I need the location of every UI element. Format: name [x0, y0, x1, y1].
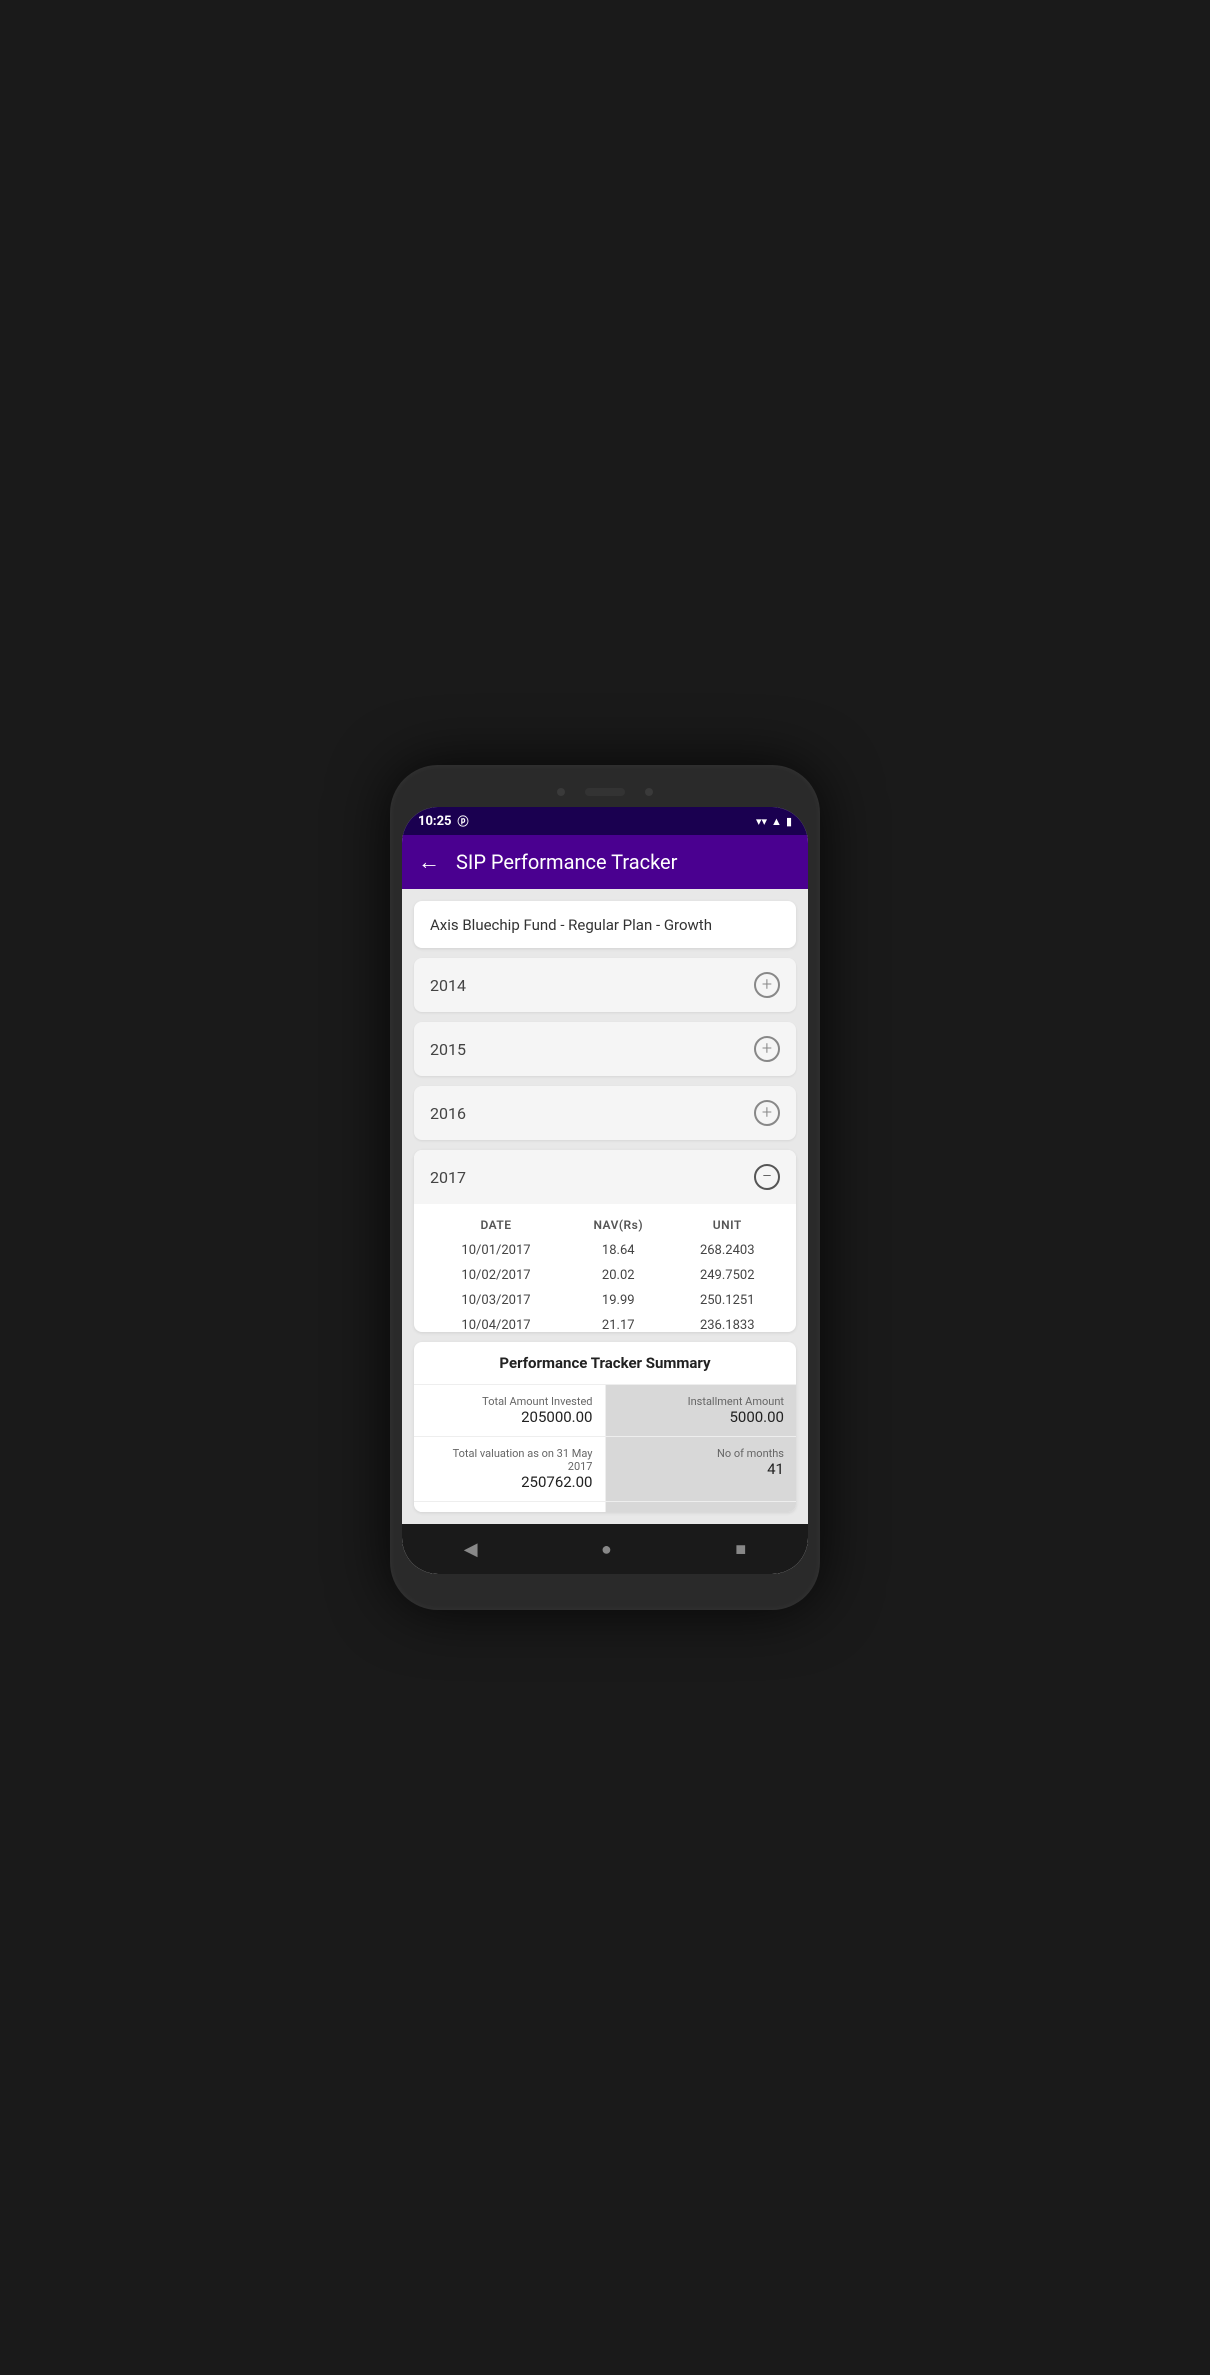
speaker-grill — [585, 788, 625, 796]
summary-card: Performance Tracker Summary Total Amount… — [414, 1342, 796, 1512]
valuation-label: Total valuation as on 31 May 2017 — [426, 1447, 593, 1473]
collapse-icon-2017[interactable]: − — [754, 1164, 780, 1190]
expand-icon-2016[interactable]: + — [754, 1100, 780, 1126]
fund-name: Axis Bluechip Fund - Regular Plan - Grow… — [430, 916, 712, 934]
camera-dot — [557, 788, 565, 796]
table-row: 10/03/2017 19.99 250.1251 — [426, 1288, 784, 1313]
cell-date-0: 10/01/2017 — [426, 1238, 566, 1263]
col-nav: NAV(Rs) — [566, 1212, 670, 1238]
nav-home-button[interactable]: ● — [601, 1539, 612, 1560]
page-title: SIP Performance Tracker — [456, 850, 677, 874]
cell-nav-3: 21.17 — [566, 1313, 670, 1332]
phone-screen: 10:25 ⓟ ▾▾ ▲ ▮ ← SIP Performance Tracker… — [402, 807, 808, 1574]
cell-nav-0: 18.64 — [566, 1238, 670, 1263]
camera-area — [402, 777, 808, 807]
cell-nav-1: 20.02 — [566, 1263, 670, 1288]
fund-name-card: Axis Bluechip Fund - Regular Plan - Grow… — [414, 901, 796, 948]
cell-date-2: 10/03/2017 — [426, 1288, 566, 1313]
expand-icon-2015[interactable]: + — [754, 1036, 780, 1062]
status-bar: 10:25 ⓟ ▾▾ ▲ ▮ — [402, 807, 808, 835]
return-cell: Return Absolute 22.32 — [606, 1502, 797, 1512]
summary-row-3: Weg. CAGR 12.00 Return Absolute 22.32 — [414, 1502, 796, 1512]
cagr-cell: Weg. CAGR 12.00 — [414, 1502, 606, 1512]
col-unit: UNIT — [670, 1212, 784, 1238]
installment-label: Installment Amount — [688, 1395, 784, 1408]
summary-row-1: Total Amount Invested 205000.00 Installm… — [414, 1385, 796, 1437]
year-label-2016: 2016 — [430, 1104, 466, 1123]
table-row: 10/02/2017 20.02 249.7502 — [426, 1263, 784, 1288]
installment-value: 5000.00 — [729, 1408, 784, 1426]
phone-shell: 10:25 ⓟ ▾▾ ▲ ▮ ← SIP Performance Tracker… — [390, 765, 820, 1610]
p-icon: ⓟ — [458, 813, 469, 829]
total-invested-label: Total Amount Invested — [482, 1395, 592, 1408]
year-row-2014[interactable]: 2014 + — [414, 958, 796, 1012]
months-cell: No of months 41 — [606, 1437, 797, 1501]
months-value: 41 — [767, 1460, 784, 1478]
cell-date-1: 10/02/2017 — [426, 1263, 566, 1288]
installment-cell: Installment Amount 5000.00 — [606, 1385, 797, 1436]
content-area: Axis Bluechip Fund - Regular Plan - Grow… — [402, 889, 808, 1524]
bottom-area — [402, 1574, 808, 1598]
valuation-cell: Total valuation as on 31 May 2017 250762… — [414, 1437, 606, 1501]
wifi-icon: ▾▾ — [756, 815, 767, 828]
time-display: 10:25 — [418, 814, 452, 829]
cell-nav-2: 19.99 — [566, 1288, 670, 1313]
cell-unit-3: 236.1833 — [670, 1313, 784, 1332]
year-label-2017: 2017 — [430, 1168, 466, 1187]
months-label: No of months — [717, 1447, 784, 1460]
nav-bar: ◀ ● ■ — [402, 1524, 808, 1574]
summary-title: Performance Tracker Summary — [414, 1342, 796, 1385]
total-invested-cell: Total Amount Invested 205000.00 — [414, 1385, 606, 1436]
cell-unit-1: 249.7502 — [670, 1263, 784, 1288]
year-expanded-2017: 2017 − DATE NAV(Rs) UNIT — [414, 1150, 796, 1332]
col-date: DATE — [426, 1212, 566, 1238]
cell-unit-0: 268.2403 — [670, 1238, 784, 1263]
table-area-2017: DATE NAV(Rs) UNIT 10/01/2017 18.64 268.2… — [414, 1204, 796, 1332]
year-row-2015[interactable]: 2015 + — [414, 1022, 796, 1076]
total-invested-value: 205000.00 — [521, 1408, 592, 1426]
app-top-bar: ← SIP Performance Tracker — [402, 835, 808, 889]
expand-icon-2014[interactable]: + — [754, 972, 780, 998]
status-icons: ▾▾ ▲ ▮ — [756, 815, 792, 828]
status-light — [645, 788, 653, 796]
back-button[interactable]: ← — [418, 849, 440, 875]
valuation-value: 250762.00 — [521, 1473, 592, 1491]
summary-row-2: Total valuation as on 31 May 2017 250762… — [414, 1437, 796, 1502]
signal-icon: ▲ — [771, 815, 782, 828]
year-row-2016[interactable]: 2016 + — [414, 1086, 796, 1140]
nav-table: DATE NAV(Rs) UNIT 10/01/2017 18.64 268.2… — [426, 1212, 784, 1332]
cell-date-3: 10/04/2017 — [426, 1313, 566, 1332]
year-label-2014: 2014 — [430, 976, 466, 995]
year-label-2015: 2015 — [430, 1040, 466, 1059]
nav-back-button[interactable]: ◀ — [464, 1539, 478, 1560]
cell-unit-2: 250.1251 — [670, 1288, 784, 1313]
table-row: 10/01/2017 18.64 268.2403 — [426, 1238, 784, 1263]
battery-icon: ▮ — [786, 815, 792, 828]
nav-recent-button[interactable]: ■ — [735, 1539, 746, 1560]
status-time: 10:25 ⓟ — [418, 813, 469, 829]
year-header-2017[interactable]: 2017 − — [414, 1150, 796, 1204]
table-row: 10/04/2017 21.17 236.1833 — [426, 1313, 784, 1332]
